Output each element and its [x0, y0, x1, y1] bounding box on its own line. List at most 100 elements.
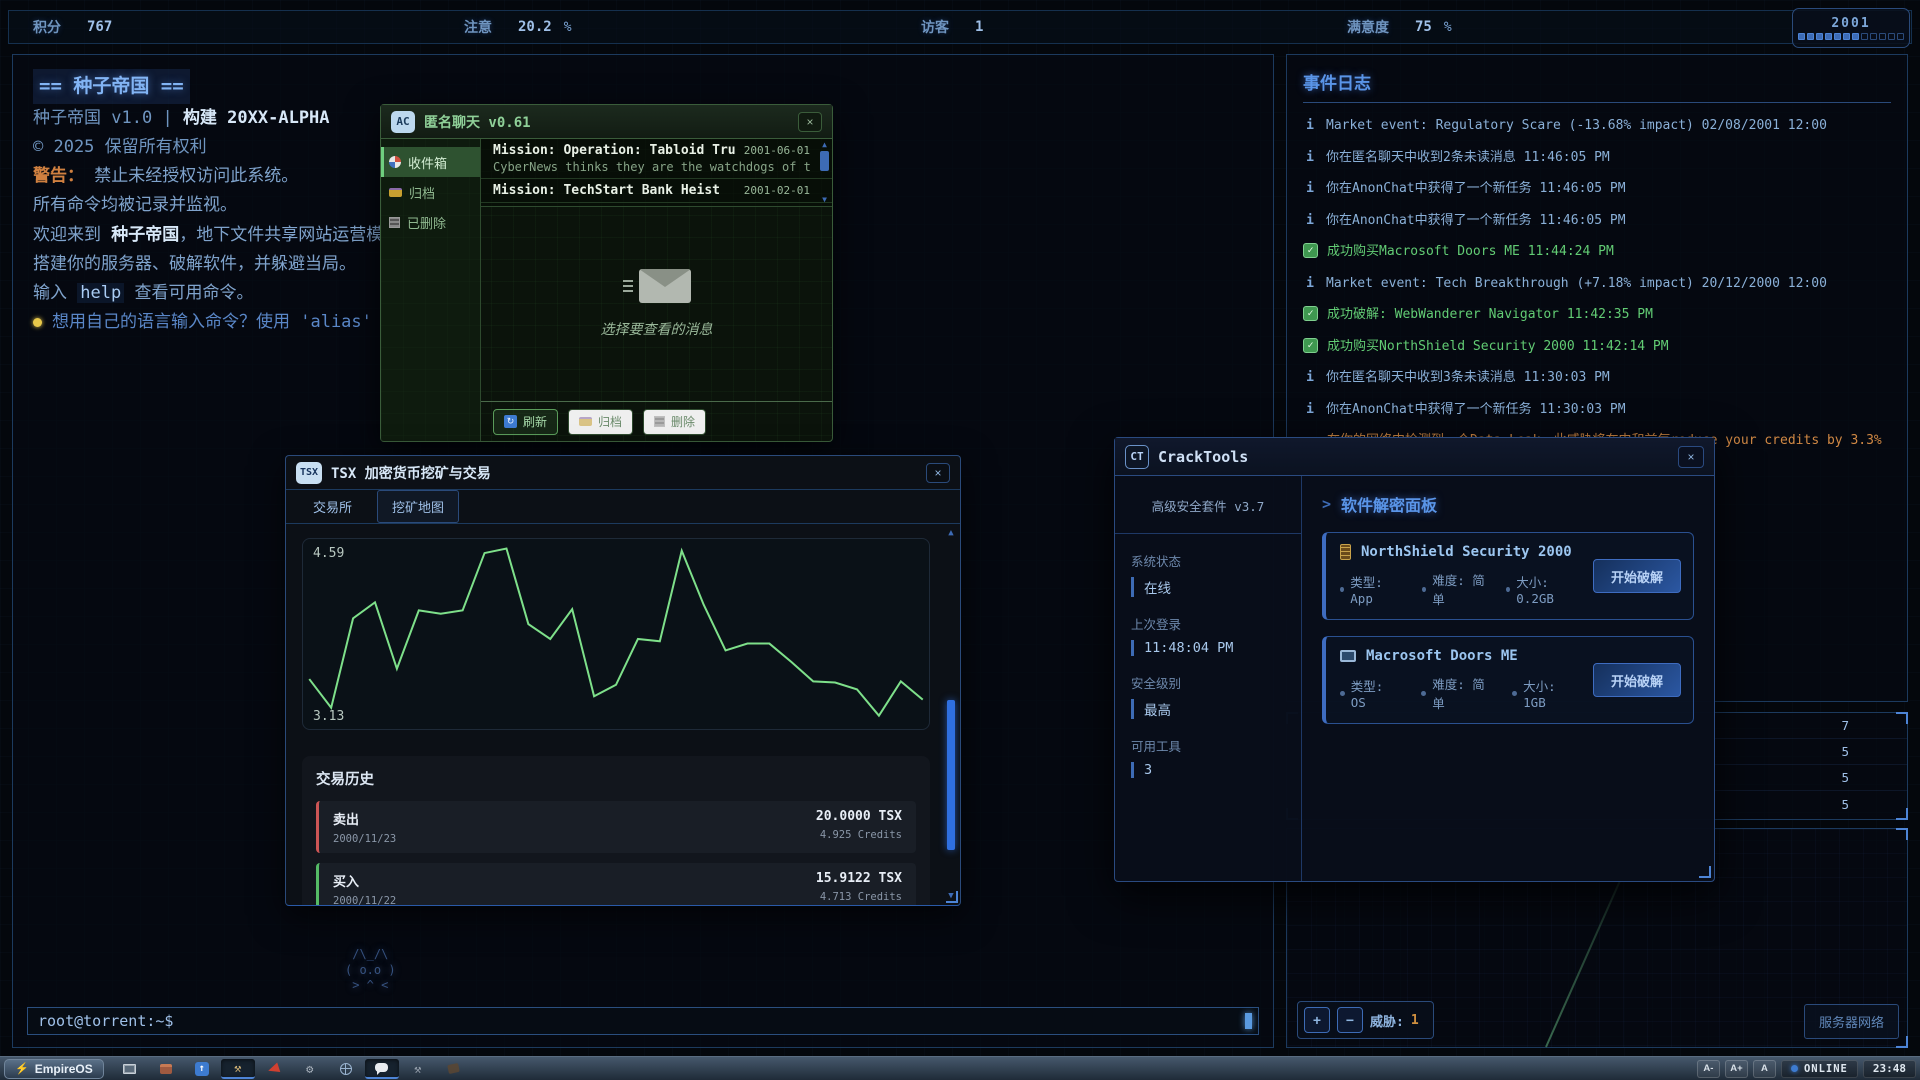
log-text: 你在AnonChat中获得了一个新任务 11:30:03 PM: [1326, 401, 1626, 419]
terminal-input[interactable]: root@torrent:~$: [27, 1007, 1259, 1035]
start-crack-button[interactable]: 开始破解: [1593, 663, 1681, 697]
pickaxe-icon: ⚒: [414, 1062, 421, 1076]
message-title: Mission: Operation: Tabloid Tru…: [493, 143, 736, 158]
folder-label: 已删除: [407, 213, 446, 232]
field-value: 11:48:04 PM: [1131, 640, 1285, 656]
bracket-corner: [1896, 1036, 1908, 1048]
version-text: 种子帝国 v1.0: [33, 108, 152, 128]
zoom-out-button[interactable]: −: [1337, 1007, 1363, 1033]
year-segment: [1807, 33, 1814, 40]
taskbar-marketing-button[interactable]: [257, 1059, 291, 1079]
anonchat-app-icon: AC: [391, 111, 415, 133]
scrollbar-thumb[interactable]: [820, 151, 829, 171]
year-segment: [1798, 33, 1805, 40]
close-icon[interactable]: ×: [926, 463, 950, 483]
threat-label: 威胁:: [1370, 1011, 1404, 1030]
folder-deleted[interactable]: 已删除: [381, 207, 480, 237]
target-name: NorthShield Security 2000: [1361, 544, 1572, 560]
close-icon[interactable]: ×: [798, 112, 822, 132]
cracktools-titlebar[interactable]: CT CrackTools ×: [1115, 438, 1714, 476]
bracket-corner: [1896, 808, 1908, 820]
log-text: 你在匿名聊天中收到3条未读消息 11:30:03 PM: [1326, 369, 1610, 387]
target-type: 类型: OS: [1340, 674, 1403, 712]
anonchat-toolbar: ↻ 刷新 归档 删除: [481, 401, 832, 441]
info-icon: i: [1303, 275, 1317, 293]
font-increase-button[interactable]: A+: [1725, 1060, 1748, 1078]
os-computer-icon: [1340, 650, 1356, 662]
price-chart: 4.59 3.13: [302, 538, 930, 730]
stat-unit: %: [1444, 20, 1452, 35]
message-item[interactable]: Mission: Operation: Tabloid Tru… 2001-06…: [481, 139, 832, 179]
target-size: 大小: 0.2GB: [1506, 570, 1583, 608]
taskbar-settings-button[interactable]: ⚙: [293, 1059, 327, 1079]
status-dot-icon: [1791, 1065, 1798, 1072]
stat-credits: 积分 767: [33, 11, 112, 43]
close-icon[interactable]: ×: [1678, 446, 1704, 468]
taskbar-inventory-button[interactable]: [149, 1059, 183, 1079]
transaction-date: 2000/11/22: [333, 895, 396, 905]
history-title: 交易历史: [316, 768, 916, 789]
year-segment: [1861, 33, 1868, 40]
folder-inbox[interactable]: 收件箱: [381, 147, 480, 177]
help-command: help: [77, 283, 124, 303]
taskbar-chat-button[interactable]: [365, 1059, 399, 1079]
hammer-icon: ⚒: [234, 1061, 241, 1075]
folder-archive[interactable]: 归档: [381, 177, 480, 207]
security-app-icon: [1340, 544, 1351, 560]
taskbar-network-button[interactable]: [329, 1059, 363, 1079]
cat-ascii-art: /\_/\ ( o.o ) > ^ <: [345, 947, 396, 994]
tsx-title: TSX 加密货币挖矿与交易: [331, 463, 491, 483]
scrollbar-thumb[interactable]: [947, 700, 955, 850]
transaction-amount: 15.9122 TSX: [816, 871, 902, 886]
build-text: 构建 20XX-ALPHA: [183, 108, 330, 128]
tsx-scrollbar[interactable]: ▲ ▼: [945, 528, 957, 901]
message-title: Mission: TechStart Bank Heist: [493, 183, 720, 198]
font-reset-button[interactable]: A: [1753, 1060, 1776, 1078]
year-segment: [1852, 33, 1859, 40]
scroll-up-icon[interactable]: ▲: [945, 528, 957, 538]
start-button[interactable]: ⚡ EmpireOS: [4, 1059, 104, 1079]
message-date: 2001-06-01: [744, 144, 810, 157]
field-value: 在线: [1131, 577, 1285, 597]
crack-target-card: NorthShield Security 2000 类型: App 难度: 简单…: [1322, 532, 1694, 620]
taskbar-mining-button[interactable]: ⚒: [401, 1059, 435, 1079]
message-item[interactable]: Mission: TechStart Bank Heist 2001-02-01: [481, 179, 832, 203]
log-entry: i你在AnonChat中获得了一个新任务 11:46:05 PM: [1303, 212, 1891, 230]
taskbar-market-button[interactable]: [113, 1059, 147, 1079]
tab-mining-map[interactable]: 挖矿地图: [377, 490, 459, 523]
server-network-button[interactable]: 服务器网络: [1804, 1004, 1899, 1039]
taskbar: ⚡ EmpireOS ↑ ⚒ ⚙ ⚒ A- A+ A ONLINE 23:48: [0, 1056, 1920, 1080]
taskbar-upload-button[interactable]: ↑: [185, 1059, 219, 1079]
year-segment: [1897, 33, 1904, 40]
message-list-scrollbar[interactable]: ▲ ▼: [819, 141, 830, 204]
cracktools-title: CrackTools: [1158, 448, 1248, 466]
start-crack-button[interactable]: 开始破解: [1593, 559, 1681, 593]
info-icon: i: [1303, 369, 1317, 387]
stat-label: 访客: [921, 17, 949, 37]
tsx-titlebar[interactable]: TSX TSX 加密货币挖矿与交易 ×: [286, 456, 960, 490]
stat-value: 767: [87, 19, 112, 35]
scroll-down-icon[interactable]: ▼: [822, 196, 827, 204]
taskbar-law-button[interactable]: [437, 1059, 471, 1079]
copyright-text: © 2025 保留所有权利: [33, 137, 207, 157]
archive-button[interactable]: 归档: [568, 409, 633, 435]
font-decrease-button[interactable]: A-: [1697, 1060, 1720, 1078]
panel-marker: >: [1322, 495, 1331, 513]
resize-handle[interactable]: [1699, 866, 1711, 878]
inbox-ball-icon: [389, 156, 401, 168]
terminal-cursor: [1245, 1013, 1252, 1029]
transaction-amount: 20.0000 TSX: [816, 809, 902, 824]
log-text: Market event: Regulatory Scare (-13.68% …: [1326, 117, 1827, 135]
anonchat-titlebar[interactable]: AC 匿名聊天 v0.61 ×: [381, 105, 832, 139]
zoom-in-button[interactable]: +: [1304, 1007, 1330, 1033]
success-check-icon: ✓: [1303, 306, 1318, 321]
resize-handle[interactable]: [946, 891, 958, 903]
tab-exchange[interactable]: 交易所: [298, 490, 367, 523]
refresh-button[interactable]: ↻ 刷新: [493, 409, 558, 435]
scroll-up-icon[interactable]: ▲: [822, 141, 827, 149]
delete-button[interactable]: 删除: [643, 409, 706, 435]
stat-label: 注意: [464, 17, 492, 37]
clock: 23:48: [1863, 1060, 1916, 1078]
taskbar-build-button[interactable]: ⚒: [221, 1059, 255, 1079]
help-pre: 输入: [33, 283, 77, 303]
